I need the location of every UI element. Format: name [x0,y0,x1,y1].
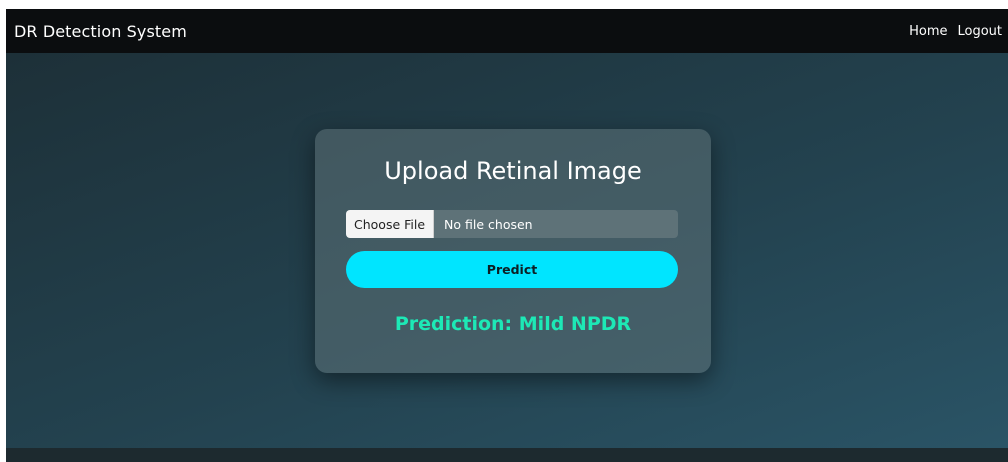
main-content: Upload Retinal Image Choose File No file… [6,53,1008,448]
card-title: Upload Retinal Image [384,157,642,185]
nav-links: Home Logout [909,24,1002,39]
brand-title[interactable]: DR Detection System [14,22,187,41]
upload-card: Upload Retinal Image Choose File No file… [315,129,711,373]
app-window: DR Detection System Home Logout Upload R… [6,9,1008,462]
predict-button[interactable]: Predict [346,251,678,288]
navbar: DR Detection System Home Logout [6,9,1008,53]
nav-logout-link[interactable]: Logout [957,24,1002,39]
file-status-text: No file chosen [444,216,533,232]
file-input[interactable]: Choose File No file chosen [346,210,678,238]
nav-home-link[interactable]: Home [909,24,947,39]
footer-bar [6,448,1008,462]
choose-file-button[interactable]: Choose File [346,210,435,238]
prediction-result: Prediction: Mild NPDR [394,313,632,335]
